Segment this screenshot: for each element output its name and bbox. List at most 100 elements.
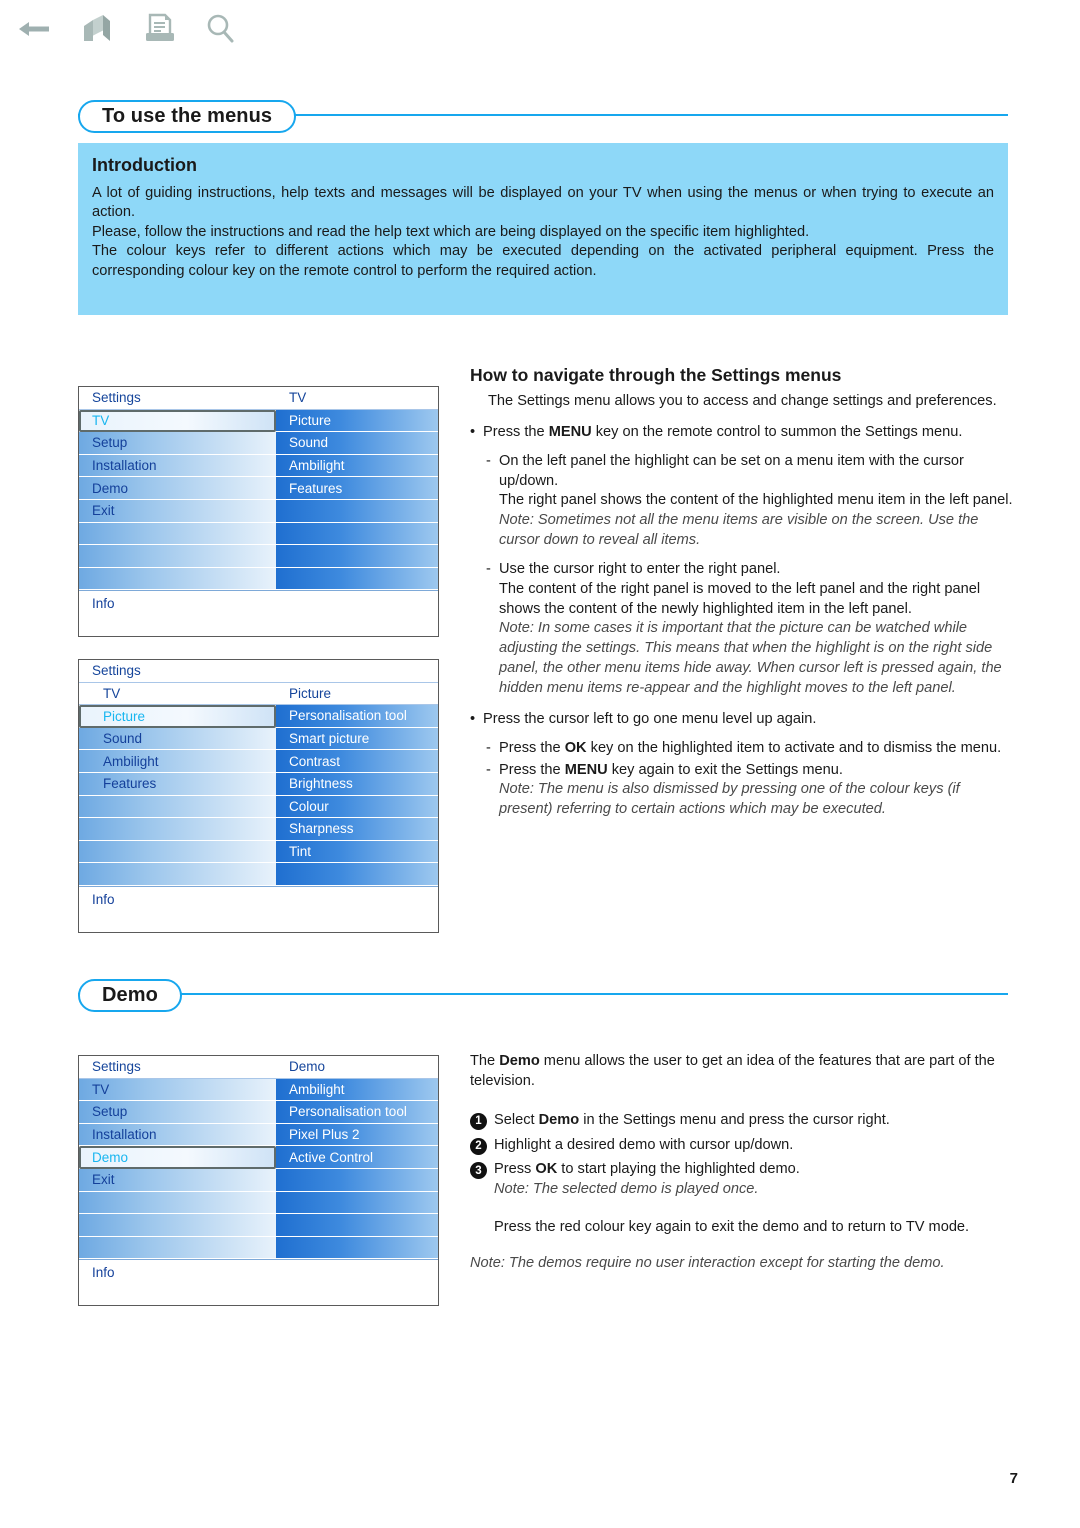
osd-left-item-installation[interactable]: Installation	[79, 1123, 276, 1147]
home-icon[interactable]	[76, 9, 116, 49]
osd-left-item-ambilight[interactable]: Ambilight	[79, 750, 276, 773]
osd-row[interactable]: Features Brightness	[79, 772, 438, 796]
osd-info-label: Info	[79, 1259, 438, 1306]
navigate-bullet-2: • Press the cursor left to go one menu l…	[470, 710, 1015, 730]
osd-header-row: Settings TV	[79, 387, 438, 410]
page-title-pill: To use the menus	[78, 100, 297, 133]
dash-marker: -	[486, 452, 491, 469]
osd-right-item-sound[interactable]: Sound	[276, 432, 438, 455]
osd-left-blank	[79, 1236, 276, 1260]
osd-row[interactable]: Sharpness	[79, 818, 438, 841]
osd-left-item-features[interactable]: Features	[79, 772, 276, 796]
osd-info-label: Info	[79, 885, 438, 932]
osd-row[interactable]: Setup Sound	[79, 432, 438, 455]
osd-header-row: Settings Demo	[79, 1056, 438, 1079]
osd-row[interactable]: Sound Smart picture	[79, 727, 438, 751]
navigate-dash-2: - Use the cursor right to enter the righ…	[470, 560, 1015, 699]
osd-subheader-row: TV Picture	[79, 682, 438, 706]
osd-row[interactable]: Installation Pixel Plus 2	[79, 1123, 438, 1147]
osd-blank-row	[79, 522, 438, 546]
navigate-text-column: How to navigate through the Settings men…	[470, 365, 1015, 820]
step-number-badge: 3	[470, 1162, 487, 1180]
navigate-dash-4: - Press the MENU key again to exit the S…	[470, 761, 1015, 821]
osd-row[interactable]: Installation Ambilight	[79, 454, 438, 478]
demo-step-2-text: Highlight a desired demo with cursor up/…	[494, 1136, 794, 1153]
osd-right-item-tint[interactable]: Tint	[276, 840, 438, 864]
osd-left-blank	[79, 1191, 276, 1215]
osd-right-header: TV	[276, 387, 438, 410]
osd-left-header: TV	[79, 682, 276, 706]
osd-right-blank	[276, 545, 438, 568]
osd-right-item-ambilight[interactable]: Ambilight	[276, 1078, 438, 1102]
osd-left-item-demo[interactable]: Demo	[79, 477, 276, 500]
osd-row[interactable]: Demo Features	[79, 477, 438, 500]
osd-left-item-setup[interactable]: Setup	[79, 1101, 276, 1124]
navigate-dash-4-text: Press the MENU key again to exit the Set…	[499, 761, 960, 818]
osd-row[interactable]: Setup Personalisation tool	[79, 1101, 438, 1124]
osd-blank-row	[79, 1236, 438, 1260]
osd-row[interactable]: Exit	[79, 1168, 438, 1192]
introduction-box: Introduction A lot of guiding instructio…	[78, 143, 1008, 315]
osd-left-item-installation[interactable]: Installation	[79, 454, 276, 478]
demo-step-3-text: Press OK to start playing the highlighte…	[494, 1161, 800, 1198]
osd-right-blank	[276, 1191, 438, 1215]
osd-right-blank	[276, 1236, 438, 1260]
demo-lead: The Demo menu allows the user to get an …	[470, 1053, 995, 1089]
search-icon[interactable]	[200, 9, 240, 49]
osd-row[interactable]: Exit	[79, 499, 438, 523]
osd-right-blank	[276, 567, 438, 591]
back-arrow-icon[interactable]	[14, 9, 54, 49]
osd-row[interactable]: Tint	[79, 840, 438, 864]
demo-step-2: 2 Highlight a desired demo with cursor u…	[470, 1136, 1015, 1156]
osd-left-item-demo[interactable]: Demo	[79, 1146, 276, 1169]
osd-left-header: Settings	[79, 387, 276, 410]
osd-right-item-contrast[interactable]: Contrast	[276, 750, 438, 773]
navigate-heading: How to navigate through the Settings men…	[470, 365, 842, 385]
heading-rule	[78, 993, 1008, 995]
osd-right-item-personalisation-tool[interactable]: Personalisation tool	[276, 705, 438, 728]
osd-right-item-colour[interactable]: Colour	[276, 795, 438, 819]
osd-blank-row	[79, 1191, 438, 1215]
introduction-heading: Introduction	[92, 155, 197, 175]
osd-right-item-pixel-plus-2[interactable]: Pixel Plus 2	[276, 1123, 438, 1147]
osd-left-item-exit[interactable]: Exit	[79, 1168, 276, 1192]
introduction-paragraph-3: The colour keys refer to different actio…	[92, 243, 994, 279]
navigate-dash-1: - On the left panel the highlight can be…	[470, 452, 1015, 551]
dash-marker: -	[486, 739, 491, 756]
osd-left-item-sound[interactable]: Sound	[79, 727, 276, 751]
osd-left-blank	[79, 567, 276, 591]
osd-right-item-smart-picture[interactable]: Smart picture	[276, 727, 438, 751]
osd-right-item-picture[interactable]: Picture	[276, 409, 438, 433]
osd-left-item-tv[interactable]: TV	[79, 409, 276, 433]
osd-left-item-exit[interactable]: Exit	[79, 499, 276, 523]
osd-left-blank	[79, 1214, 276, 1237]
osd-right-item-ambilight[interactable]: Ambilight	[276, 454, 438, 478]
osd-right-blank	[276, 863, 438, 886]
osd-right-item-features[interactable]: Features	[276, 477, 438, 500]
osd-row[interactable]: Colour	[79, 795, 438, 819]
print-icon[interactable]	[138, 9, 178, 49]
demo-text-column: The Demo menu allows the user to get an …	[470, 1052, 1015, 1274]
osd-row[interactable]: Demo Active Control	[79, 1146, 438, 1169]
osd-row[interactable]: Ambilight Contrast	[79, 750, 438, 773]
osd-right-item-personalisation-tool[interactable]: Personalisation tool	[276, 1101, 438, 1124]
osd-row[interactable]: Picture Personalisation tool	[79, 705, 438, 728]
demo-closing: Press the red colour key again to exit t…	[494, 1219, 970, 1236]
osd-blank-row	[79, 567, 438, 591]
demo-title: Demo	[102, 984, 158, 1006]
osd-menu-settings-tv: Settings TV TV Picture Setup Sound Insta…	[78, 386, 439, 638]
bullet-dot: •	[470, 423, 476, 440]
osd-row[interactable]: TV Ambilight	[79, 1078, 438, 1102]
osd-right-item-brightness[interactable]: Brightness	[276, 772, 438, 796]
osd-row[interactable]: TV Picture	[79, 409, 438, 433]
osd-right-item-active-control[interactable]: Active Control	[276, 1146, 438, 1169]
osd-left-blank	[79, 863, 276, 886]
demo-step-3: 3 Press OK to start playing the highligh…	[470, 1160, 1015, 1200]
osd-left-item-setup[interactable]: Setup	[79, 432, 276, 455]
dash-marker: -	[486, 560, 491, 577]
osd-left-header: Settings	[79, 1056, 276, 1079]
osd-right-item-sharpness[interactable]: Sharpness	[276, 818, 438, 841]
osd-left-item-tv[interactable]: TV	[79, 1078, 276, 1102]
osd-left-item-picture[interactable]: Picture	[79, 705, 276, 728]
page-title: To use the menus	[102, 105, 273, 127]
